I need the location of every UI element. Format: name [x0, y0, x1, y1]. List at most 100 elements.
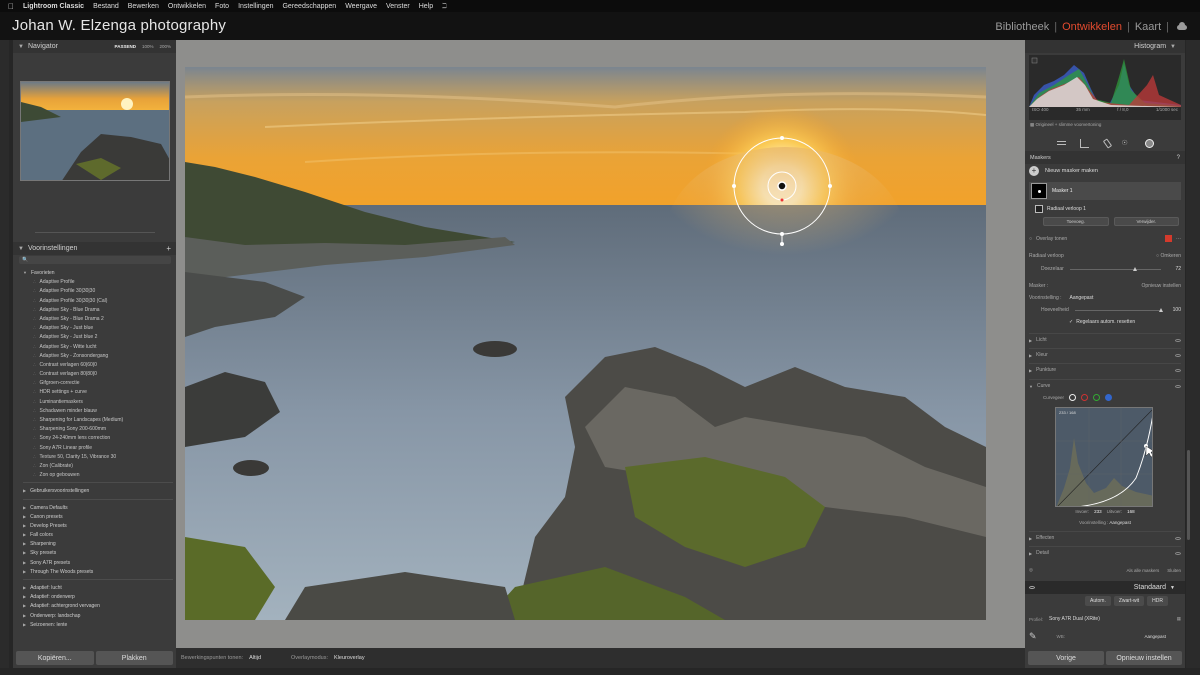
show-overlay-row[interactable]: ○ Overlay tonen ⋯	[1029, 233, 1181, 244]
preset-item[interactable]: Contrast verlagen 60|60|0	[23, 360, 173, 369]
left-panel-edge[interactable]	[0, 40, 9, 668]
hdr-button[interactable]: HDR	[1147, 596, 1168, 606]
curve-rgb-channel[interactable]	[1069, 393, 1077, 401]
script-icon[interactable]: ℶ	[442, 2, 447, 10]
preset-group[interactable]: ▶ Seizoenen: lente	[23, 620, 173, 629]
preset-item[interactable]: Sony A7R Linear profile	[23, 443, 173, 452]
section-color[interactable]: ▶ Kleur	[1029, 348, 1181, 361]
black-white-button[interactable]: Zwart-wit	[1113, 596, 1145, 606]
preset-item[interactable]: Adaptive Profile 30|30|30 (Cal)	[23, 296, 173, 305]
module-map[interactable]: Kaart	[1135, 21, 1161, 33]
module-develop[interactable]: Ontwikkelen	[1062, 21, 1122, 33]
eyedropper-icon[interactable]: ✎	[1029, 631, 1037, 642]
preset-group[interactable]: ▶ Adaptief: achtergrond vervagen	[23, 601, 173, 610]
masks-header[interactable]: Maskers ?	[1025, 151, 1185, 164]
cloud-icon[interactable]	[1176, 22, 1188, 31]
eye-icon[interactable]	[1175, 536, 1181, 540]
reset-link[interactable]: Opnieuw instellen	[1142, 283, 1181, 289]
eye-icon[interactable]: ◎	[1029, 567, 1033, 573]
preset-item[interactable]: Luminantiemaskers	[23, 397, 173, 406]
profile-browser-icon[interactable]: ▦	[1177, 616, 1181, 622]
section-curve[interactable]: ▼ Curve	[1029, 379, 1181, 392]
preset-item[interactable]: Adaptive Sky - Just blue 2	[23, 332, 173, 341]
image-viewer[interactable]	[176, 40, 1025, 648]
curve-green-channel[interactable]	[1093, 393, 1101, 401]
preset-item[interactable]: Adaptive Sky - Witte lucht	[23, 342, 173, 351]
auto-reset-row[interactable]: ✓ Regelaars autom. resetten	[1029, 319, 1181, 325]
basic-panel-header[interactable]: Standaard ▼	[1025, 581, 1185, 594]
preset-item[interactable]: Schaduwen minder blauw	[23, 406, 173, 415]
menu-bewerken[interactable]: Bewerken	[128, 3, 159, 10]
preset-item[interactable]: Sharpening Sony 200-600mm	[23, 424, 173, 433]
invert-checkbox[interactable]: ○ Omkeren	[1156, 253, 1181, 259]
wb-select[interactable]: Aangepast	[1144, 634, 1166, 639]
paste-button[interactable]: Plakken	[95, 651, 173, 665]
preset-item[interactable]: Zon op gebouwen	[23, 470, 173, 479]
overlay-mode-select[interactable]: Kleuroverlay	[334, 655, 365, 661]
tone-curve-editor[interactable]: 233 / 168	[1055, 407, 1153, 507]
preset-item[interactable]: Adaptive Sky - Blue Drama	[23, 305, 173, 314]
preset-group[interactable]: ▶ Camera Defaults	[23, 503, 173, 512]
add-to-mask-button[interactable]: Toevoeg.	[1043, 217, 1109, 226]
edit-sliders-icon[interactable]	[1056, 139, 1066, 148]
overlay-color-swatch[interactable]	[1165, 235, 1172, 242]
masking-icon[interactable]	[1144, 138, 1154, 148]
menu-app-name[interactable]: Lightroom Classic	[23, 3, 84, 10]
menu-weergave[interactable]: Weergave	[345, 3, 377, 10]
amount-slider[interactable]	[1074, 307, 1163, 312]
section-detail[interactable]: ▶ Detail	[1029, 546, 1181, 559]
histogram-header[interactable]: Histogram ▼	[1025, 40, 1185, 53]
scrollbar-thumb[interactable]	[1187, 450, 1190, 540]
preset-group[interactable]: ▶ Fall colors	[23, 530, 173, 539]
eye-icon[interactable]	[1175, 551, 1181, 555]
help-icon[interactable]: ?	[1177, 155, 1180, 161]
navigator-header[interactable]: ▼ Navigator PASSEND 100% 200%	[13, 40, 176, 53]
profile-select[interactable]: Sony A7R Dual (XRite)	[1049, 616, 1100, 622]
add-preset-icon[interactable]: +	[166, 244, 171, 253]
curve-blue-channel[interactable]	[1105, 393, 1113, 401]
preset-item[interactable]: Texture 50, Clarity 15, Vibrance 30	[23, 452, 173, 461]
menu-venster[interactable]: Venster	[386, 3, 410, 10]
main-photo[interactable]	[185, 67, 986, 620]
preset-item[interactable]: Sharpening for Landscapes (Medium)	[23, 415, 173, 424]
mask-preset-select[interactable]: Aangepast	[1070, 295, 1094, 301]
preset-group[interactable]: ▶ Sky presets	[23, 548, 173, 557]
preset-group[interactable]: ▶ Through The Woods presets	[23, 567, 173, 576]
preset-item[interactable]: HDR settings + curve	[23, 387, 173, 396]
healing-icon[interactable]	[1102, 137, 1112, 149]
radial-gradient-item[interactable]: Radiaal verloop 1	[1035, 203, 1181, 214]
presets-header[interactable]: ▼ Voorinstellingen +	[13, 242, 176, 255]
input-value[interactable]: 233	[1094, 509, 1102, 514]
menu-bestand[interactable]: Bestand	[93, 3, 119, 10]
right-panel-edge[interactable]	[1191, 40, 1200, 668]
eye-icon[interactable]	[1175, 384, 1181, 388]
eye-icon[interactable]	[1175, 353, 1181, 357]
crop-icon[interactable]	[1079, 138, 1089, 148]
apple-icon[interactable]: 	[8, 2, 14, 11]
preset-item[interactable]: Adaptive Profile 30|30|30	[23, 286, 173, 295]
preset-search-input[interactable]: 🔍	[19, 256, 171, 264]
preset-group[interactable]: ▶ Canon presets	[23, 512, 173, 521]
preset-item[interactable]: Sony 24-240mm lens correction	[23, 433, 173, 442]
reset-button[interactable]: Opnieuw instellen	[1106, 651, 1182, 665]
eye-icon[interactable]	[1029, 586, 1035, 589]
feather-value[interactable]: 72	[1167, 266, 1181, 272]
menu-instellingen[interactable]: Instellingen	[238, 3, 273, 10]
preset-group[interactable]: ▶ Sony A7R presets	[23, 558, 173, 567]
preset-item[interactable]: Contrast verlagen 80|80|0	[23, 369, 173, 378]
preset-group[interactable]: ▶ Gebruikersvoorinstellingen	[23, 486, 173, 495]
checkbox-icon[interactable]: ○	[1029, 236, 1032, 242]
eye-icon[interactable]	[1175, 368, 1181, 372]
output-value[interactable]: 168	[1127, 509, 1135, 514]
preset-item[interactable]: Zon (Calibrate)	[23, 461, 173, 470]
preset-item[interactable]: Adaptive Sky - Just blue	[23, 323, 173, 332]
red-eye-icon[interactable]: ☉	[1122, 139, 1131, 148]
checkmark-icon[interactable]: ✓	[1069, 319, 1073, 325]
more-options-icon[interactable]: ⋯	[1176, 236, 1181, 242]
preset-group[interactable]: ▼ Favorieten	[23, 268, 173, 277]
menu-help[interactable]: Help	[419, 3, 433, 10]
preset-group[interactable]: ▶ Adaptief: onderwerp	[23, 592, 173, 601]
zoom-fit[interactable]: PASSEND	[115, 44, 136, 49]
close-masks-link[interactable]: Sluiten	[1167, 568, 1181, 573]
copy-button[interactable]: Kopiëren...	[16, 651, 94, 665]
